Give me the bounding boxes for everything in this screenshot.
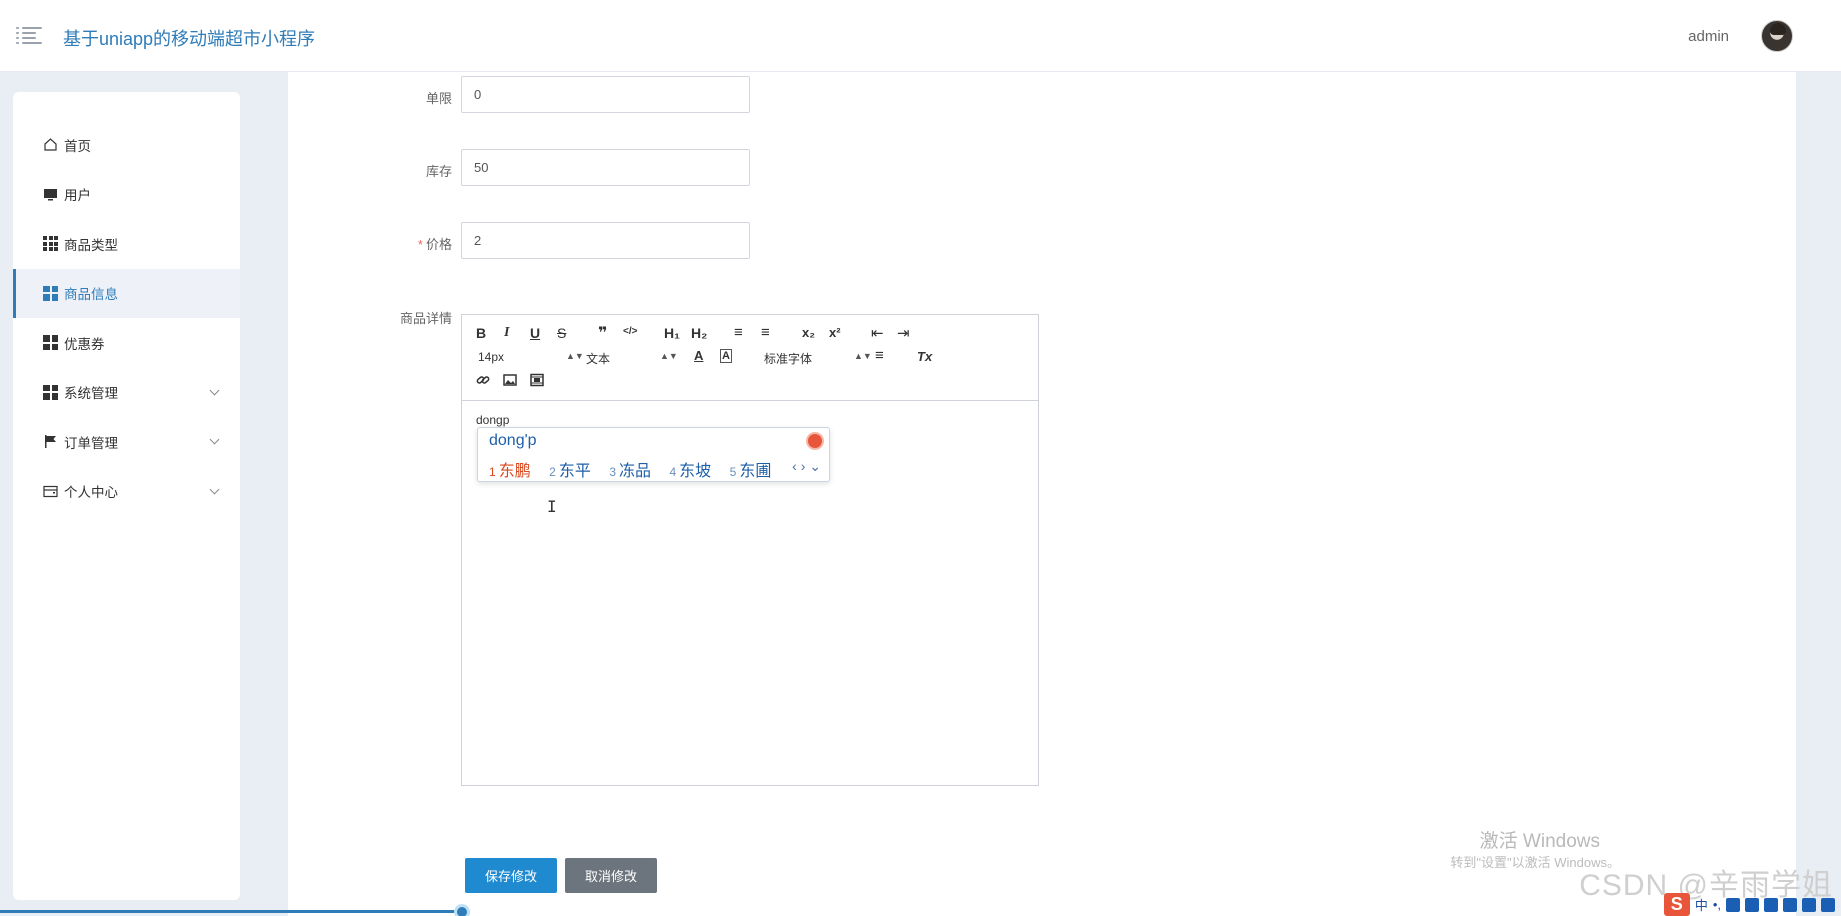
menu-toggle-icon[interactable] (16, 26, 42, 46)
sidebar-item-product-info[interactable]: 商品信息 (13, 268, 240, 318)
text-cursor-icon: I (547, 497, 557, 516)
superscript-button[interactable]: x² (829, 325, 841, 340)
limit-input[interactable]: 0 (461, 76, 750, 113)
sidebar-item-users[interactable]: 用户 (13, 170, 240, 220)
sidebar-item-label: 系统管理 (64, 386, 118, 402)
ime-candidate[interactable]: 5 东圃 (730, 463, 772, 480)
stock-input[interactable]: 50 (461, 149, 750, 186)
sidebar-item-home[interactable]: 首页 (13, 120, 240, 170)
wallet-icon (43, 484, 58, 499)
sidebar-item-system[interactable]: 系统管理 (13, 368, 240, 418)
progress-bar (0, 910, 462, 913)
editor-toolbar: B I U S ❞ </> H₁ H₂ ≡ ≡ x₂ x² ⇤ ⇥ 14px ▲▼… (462, 315, 1038, 401)
align-button[interactable]: ≡ (875, 347, 884, 364)
font-size-select[interactable]: 14px ▲▼ (478, 350, 584, 364)
settings-gear-icon[interactable] (1821, 897, 1835, 912)
clean-format-button[interactable]: Tx (917, 349, 932, 364)
required-mark: * (417, 237, 423, 252)
stock-label: 库存 (425, 164, 452, 179)
rich-text-editor: B I U S ❞ </> H₁ H₂ ≡ ≡ x₂ x² ⇤ ⇥ 14px ▲▼… (461, 314, 1039, 786)
limit-label: 单限 (425, 91, 452, 106)
blockquote-button[interactable]: ❞ (598, 323, 607, 343)
sidebar: 首页 用户 商品类型 商品信息 优惠券 系统管理 订单管理 个人中心 (13, 92, 240, 900)
save-button[interactable]: 保存修改 (465, 858, 557, 893)
ime-candidate[interactable]: 1 东鹏 (489, 463, 531, 480)
header-select[interactable]: 文本 ▲▼ (586, 350, 678, 367)
chevron-down-icon (209, 385, 220, 395)
shirt-icon[interactable] (1764, 897, 1778, 912)
sidebar-item-label: 优惠券 (64, 336, 105, 352)
bullet-list-button[interactable]: ≡ (761, 324, 770, 341)
italic-button[interactable]: I (504, 325, 509, 341)
editor-typed-text: dongp (476, 413, 510, 427)
bold-button[interactable]: B (476, 325, 486, 341)
main-content: 单限 0 库存 50 * 价格 2 商品详情 B I U S ❞ </> H₁ H… (288, 72, 1796, 916)
keyboard-icon[interactable] (1745, 897, 1759, 912)
sidebar-item-label: 首页 (64, 138, 91, 154)
ime-mode-indicator[interactable]: 中 (1695, 895, 1708, 914)
sidebar-item-label: 订单管理 (64, 435, 118, 451)
sidebar-item-profile[interactable]: 个人中心 (13, 467, 240, 517)
apps-icon[interactable] (1802, 897, 1816, 912)
font-family-select[interactable]: 标准字体 ▲▼ (764, 350, 872, 367)
ime-candidate[interactable]: 4 东坡 (669, 463, 711, 480)
chevron-down-icon (209, 434, 220, 445)
image-icon[interactable] (503, 373, 517, 390)
link-icon[interactable] (476, 373, 490, 390)
text-color-button[interactable]: A (694, 348, 703, 363)
ordered-list-button[interactable]: ≡ (734, 324, 743, 341)
sidebar-item-product-types[interactable]: 商品类型 (13, 219, 240, 269)
grid-icon (43, 285, 58, 301)
underline-button[interactable]: U (530, 325, 540, 341)
sidebar-item-orders[interactable]: 订单管理 (13, 417, 240, 467)
h1-button[interactable]: H₁ (664, 325, 680, 341)
chevron-down-icon (209, 484, 220, 494)
grid-icon (43, 236, 58, 252)
cancel-button[interactable]: 取消修改 (565, 858, 657, 893)
avatar[interactable] (1761, 20, 1793, 52)
grid-icon (43, 384, 58, 400)
sidebar-item-coupons[interactable]: 优惠券 (13, 318, 240, 368)
ime-page-nav[interactable]: ‹ › ⌄ (792, 458, 821, 475)
top-header: 基于uniapp的移动端超市小程序 admin (0, 0, 1841, 72)
ime-candidate[interactable]: 2 东平 (549, 463, 591, 480)
sogou-s-icon[interactable]: S (1663, 893, 1690, 916)
sidebar-item-label: 商品信息 (64, 287, 118, 303)
price-input[interactable]: 2 (461, 222, 750, 259)
code-button[interactable]: </> (623, 326, 637, 337)
game-icon[interactable] (1783, 897, 1797, 912)
ime-candidate[interactable]: 3 冻品 (609, 463, 651, 480)
user-name[interactable]: admin (1688, 28, 1729, 45)
ime-candidates: 1 东鹏 2 东平 3 冻品 4 东坡 5 东圃 (489, 457, 785, 481)
detail-label: 商品详情 (399, 311, 452, 326)
editor-content[interactable]: dongp dong'p 1 东鹏 2 东平 3 冻品 4 东坡 5 东圃 ‹ › ⌄ I (462, 401, 1038, 785)
indent-button[interactable]: ⇥ (897, 324, 910, 342)
monitor-icon (43, 187, 58, 202)
sogou-logo-icon (806, 432, 824, 450)
microphone-icon[interactable] (1726, 897, 1740, 912)
progress-knob[interactable] (454, 904, 470, 916)
sidebar-item-label: 用户 (64, 188, 91, 204)
video-icon[interactable] (530, 373, 544, 390)
outdent-button[interactable]: ⇤ (871, 324, 884, 342)
activate-windows-title: 激活 Windows (1479, 831, 1600, 852)
ime-tray: S 中 •, (1658, 893, 1841, 916)
price-label: * 价格 (417, 237, 452, 252)
home-icon (43, 137, 58, 152)
ime-candidate-popup: dong'p 1 东鹏 2 东平 3 冻品 4 东坡 5 东圃 ‹ › ⌄ (477, 427, 830, 482)
subscript-button[interactable]: x₂ (802, 325, 815, 340)
ime-composition: dong'p (489, 432, 537, 449)
grid-icon (43, 335, 58, 351)
sidebar-item-label: 个人中心 (64, 485, 118, 501)
h2-button[interactable]: H₂ (691, 325, 707, 341)
strike-button[interactable]: S (557, 325, 566, 341)
punctuation-indicator[interactable]: •, (1713, 897, 1721, 912)
flag-icon (43, 434, 58, 449)
sidebar-item-label: 商品类型 (64, 237, 118, 253)
app-title: 基于uniapp的移动端超市小程序 (63, 29, 316, 49)
background-color-button[interactable]: A (720, 349, 732, 363)
